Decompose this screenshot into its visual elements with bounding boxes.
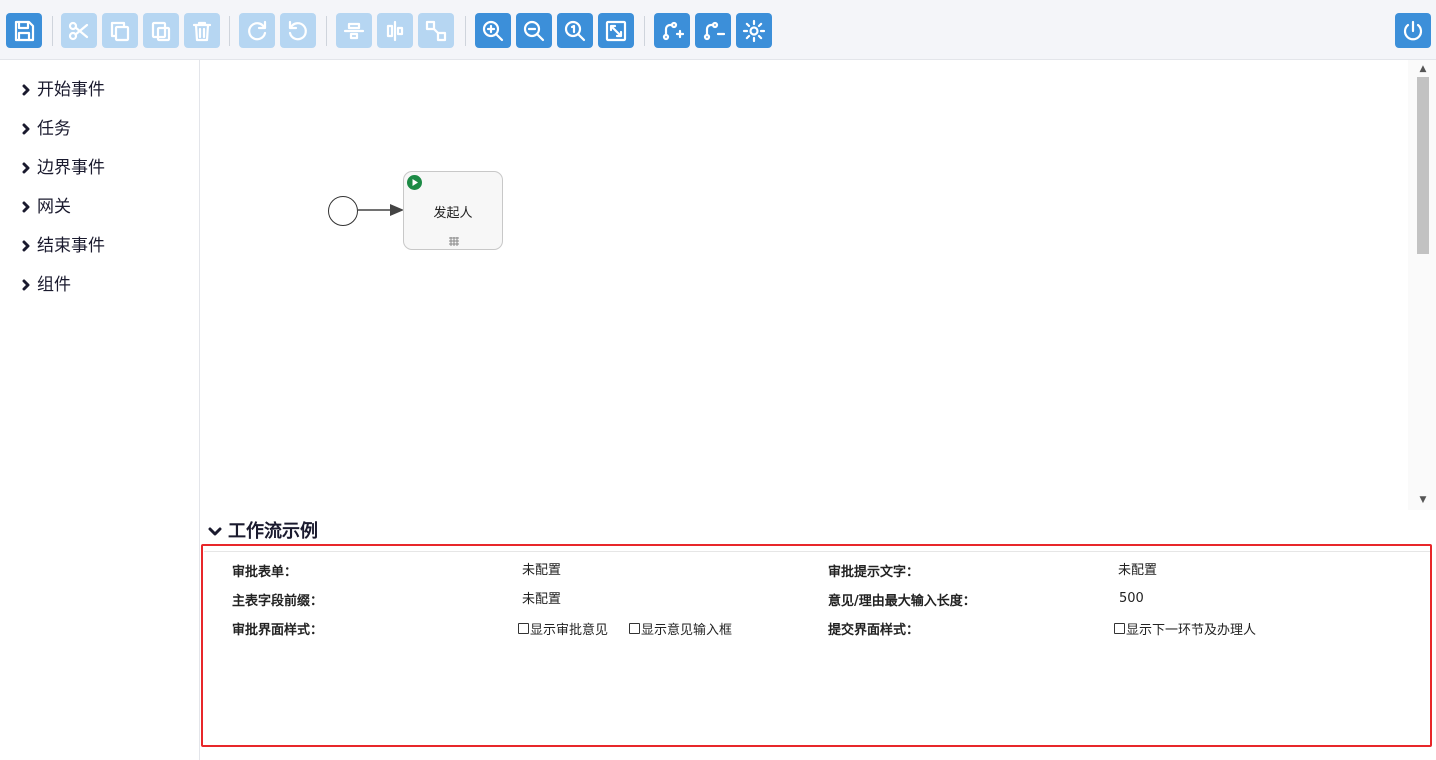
undo-button[interactable] — [280, 13, 316, 48]
same-size-icon — [425, 20, 447, 41]
panel-divider — [204, 551, 1430, 552]
copy-button[interactable] — [102, 13, 138, 48]
show-next-checkbox[interactable]: 显示下一环节及办理人 — [1114, 619, 1256, 638]
remove-bendpoint-icon — [703, 21, 725, 40]
chevron-right-icon — [20, 120, 32, 135]
align-vertical-icon — [343, 22, 365, 39]
show-input-label: 显示意见输入框 — [641, 623, 733, 638]
toolbar-divider — [229, 16, 230, 46]
toolbar-divider — [52, 16, 53, 46]
show-opinion-label: 显示审批意见 — [530, 623, 609, 638]
copy-icon — [110, 21, 130, 41]
properties-panel — [201, 544, 1432, 747]
settings-button[interactable] — [736, 13, 772, 48]
delete-button[interactable] — [184, 13, 220, 48]
chevron-right-icon — [20, 237, 32, 252]
chevron-right-icon — [20, 81, 32, 96]
sidebar-item-start-event[interactable]: 开始事件 — [20, 75, 105, 100]
max-length-label: 意见/理由最大输入长度： — [828, 594, 976, 609]
main-prefix-label: 主表字段前缀： — [232, 594, 324, 609]
sidebar-item-label: 开始事件 — [37, 79, 105, 100]
power-button[interactable] — [1395, 13, 1431, 48]
power-icon — [1403, 20, 1423, 40]
show-opinion-checkbox[interactable]: 显示审批意见 — [518, 619, 608, 638]
gear-icon — [742, 19, 766, 42]
zoom-fit-icon — [605, 20, 627, 41]
sidebar-item-component[interactable]: 组件 — [20, 270, 71, 295]
save-icon — [14, 20, 35, 41]
diagram-canvas[interactable] — [201, 60, 1436, 510]
remove-bendpoint-button[interactable] — [695, 13, 731, 48]
redo-icon — [248, 20, 267, 40]
chevron-right-icon — [20, 159, 32, 174]
save-button[interactable] — [6, 13, 42, 48]
checkbox-box[interactable] — [629, 623, 640, 634]
approval-style-label: 审批界面样式： — [232, 623, 324, 638]
play-icon — [407, 175, 422, 190]
task-node[interactable]: 发起人 — [403, 171, 503, 250]
panel-title: 工作流示例 — [228, 521, 318, 542]
show-next-label: 显示下一环节及办理人 — [1126, 623, 1257, 638]
align-horizontal-icon — [386, 20, 404, 41]
align-horizontal-button[interactable] — [377, 13, 413, 48]
max-length-value[interactable]: 500 — [1119, 591, 1144, 606]
sidebar-item-label: 任务 — [37, 118, 71, 139]
add-bendpoint-icon — [662, 21, 684, 40]
properties-panel-header[interactable]: 工作流示例 — [208, 518, 318, 542]
zoom-out-button[interactable] — [516, 13, 552, 48]
undo-icon — [288, 20, 307, 40]
zoom-in-button[interactable] — [475, 13, 511, 48]
checkbox-box[interactable] — [518, 623, 529, 634]
multi-instance-icon — [449, 237, 459, 246]
add-bendpoint-button[interactable] — [654, 13, 690, 48]
palette-sidebar: 开始事件 任务 边界事件 网关 结束事件 组件 — [0, 60, 200, 760]
main-prefix-value[interactable]: 未配置 — [522, 588, 561, 607]
sidebar-item-label: 组件 — [37, 274, 71, 295]
paste-button[interactable] — [143, 13, 179, 48]
chevron-right-icon — [20, 276, 32, 291]
zoom-actual-button[interactable] — [557, 13, 593, 48]
sidebar-item-boundary-event[interactable]: 边界事件 — [20, 153, 105, 178]
approval-hint-value[interactable]: 未配置 — [1118, 559, 1157, 578]
redo-button[interactable] — [239, 13, 275, 48]
zoom-fit-button[interactable] — [598, 13, 634, 48]
sidebar-item-label: 边界事件 — [37, 157, 105, 178]
sequence-flow-arrow[interactable] — [358, 203, 404, 217]
zoom-in-icon — [482, 20, 504, 41]
toolbar — [0, 0, 1436, 60]
zoom-actual-icon — [564, 20, 586, 41]
submit-style-label: 提交界面样式： — [828, 623, 920, 638]
trash-icon — [192, 21, 212, 41]
toolbar-divider — [644, 16, 645, 46]
scroll-up-arrow-icon[interactable]: ▲ — [1417, 64, 1429, 74]
cut-button[interactable] — [61, 13, 97, 48]
chevron-down-icon — [208, 523, 222, 537]
approval-form-value[interactable]: 未配置 — [522, 559, 561, 578]
scissors-icon — [68, 21, 89, 40]
same-size-button[interactable] — [418, 13, 454, 48]
show-input-checkbox[interactable]: 显示意见输入框 — [629, 619, 732, 638]
sidebar-item-task[interactable]: 任务 — [20, 114, 71, 139]
approval-hint-label: 审批提示文字： — [828, 565, 920, 580]
chevron-right-icon — [20, 198, 32, 213]
scroll-down-arrow-icon[interactable]: ▼ — [1417, 495, 1429, 505]
sidebar-item-end-event[interactable]: 结束事件 — [20, 231, 105, 256]
toolbar-divider — [465, 16, 466, 46]
sidebar-item-label: 结束事件 — [37, 235, 105, 256]
zoom-out-icon — [523, 20, 545, 41]
toolbar-divider — [326, 16, 327, 46]
paste-icon — [151, 21, 171, 41]
sidebar-item-label: 网关 — [37, 196, 71, 217]
task-label: 发起人 — [433, 206, 473, 221]
start-event-node[interactable] — [328, 196, 358, 226]
approval-form-label: 审批表单： — [232, 565, 298, 580]
align-vertical-button[interactable] — [336, 13, 372, 48]
sidebar-item-gateway[interactable]: 网关 — [20, 192, 71, 217]
checkbox-box[interactable] — [1114, 623, 1125, 634]
canvas-scrollbar[interactable]: ▲ ▼ — [1408, 60, 1436, 510]
scrollbar-thumb[interactable] — [1417, 77, 1429, 254]
